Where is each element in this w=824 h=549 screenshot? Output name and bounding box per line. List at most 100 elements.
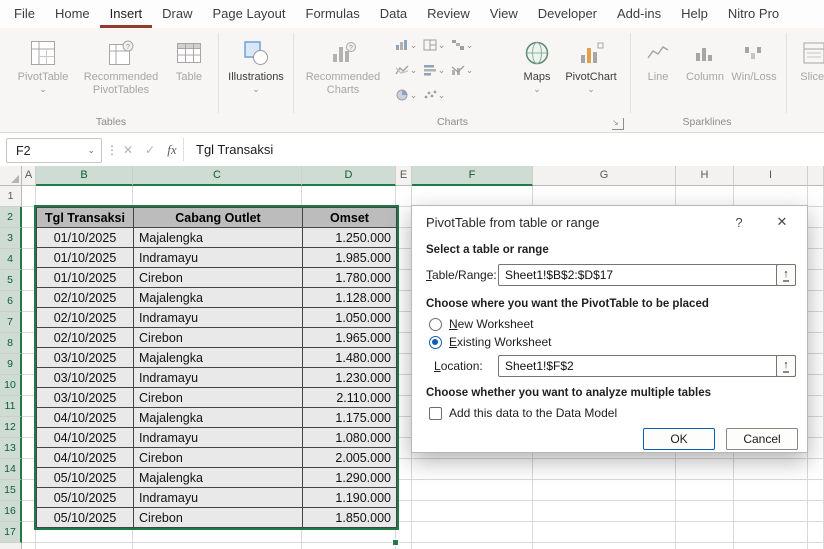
table-column-header[interactable]: Tgl Transaksi: [36, 207, 134, 228]
cell-omset[interactable]: 2.110.000: [302, 387, 397, 408]
new-worksheet-radio[interactable]: [429, 318, 442, 331]
cell-omset[interactable]: 1.128.000: [302, 287, 397, 308]
row-header-7[interactable]: 7: [0, 312, 22, 333]
tab-insert[interactable]: Insert: [100, 0, 153, 28]
cell-outlet[interactable]: Indramayu: [133, 247, 303, 268]
row-header-17[interactable]: 17: [0, 522, 22, 543]
location-input[interactable]: [498, 355, 796, 377]
tab-file[interactable]: File: [4, 0, 45, 28]
cell-omset[interactable]: 1.190.000: [302, 487, 397, 508]
cell-date[interactable]: 04/10/2025: [36, 407, 134, 428]
column-header-extra[interactable]: [808, 166, 824, 186]
cell-omset[interactable]: 1.965.000: [302, 327, 397, 348]
tab-formulas[interactable]: Formulas: [296, 0, 370, 28]
column-header-G[interactable]: G: [533, 166, 676, 186]
cell-date[interactable]: 05/10/2025: [36, 467, 134, 488]
column-header-H[interactable]: H: [676, 166, 734, 186]
row-header-16[interactable]: 16: [0, 501, 22, 522]
tab-nitro-pro[interactable]: Nitro Pro: [718, 0, 789, 28]
recommended-charts-button[interactable]: ? Recommended Charts: [300, 32, 386, 114]
tab-draw[interactable]: Draw: [152, 0, 202, 28]
cell-omset[interactable]: 1.250.000: [302, 227, 397, 248]
cancel-entry-icon[interactable]: ✕: [118, 138, 138, 161]
cell-outlet[interactable]: Majalengka: [133, 407, 303, 428]
row-header-12[interactable]: 12: [0, 417, 22, 438]
insert-function-icon[interactable]: fx: [162, 138, 182, 161]
cancel-button[interactable]: Cancel: [726, 428, 798, 450]
tab-review[interactable]: Review: [417, 0, 480, 28]
cell-date[interactable]: 04/10/2025: [36, 427, 134, 448]
row-header-13[interactable]: 13: [0, 438, 22, 459]
cell-date[interactable]: 01/10/2025: [36, 247, 134, 268]
tab-home[interactable]: Home: [45, 0, 100, 28]
row-header-4[interactable]: 4: [0, 249, 22, 270]
table-column-header[interactable]: Omset: [302, 207, 397, 228]
illustrations-button[interactable]: Illustrations ⌄: [224, 32, 288, 114]
tab-add-ins[interactable]: Add-ins: [607, 0, 671, 28]
cell-omset[interactable]: 1.850.000: [302, 507, 397, 528]
enter-entry-icon[interactable]: ✓: [140, 138, 160, 161]
column-header-C[interactable]: C: [133, 166, 302, 186]
sparkline-winloss-button[interactable]: Win/Loss: [730, 32, 778, 114]
row-header-11[interactable]: 11: [0, 396, 22, 417]
maps-button[interactable]: Maps ⌄: [515, 32, 559, 114]
cell-outlet[interactable]: Cirebon: [133, 387, 303, 408]
cell-omset[interactable]: 1.080.000: [302, 427, 397, 448]
cell-outlet[interactable]: Majalengka: [133, 347, 303, 368]
cell-outlet[interactable]: Cirebon: [133, 507, 303, 528]
help-icon[interactable]: ?: [730, 214, 748, 232]
tab-page-layout[interactable]: Page Layout: [203, 0, 296, 28]
column-header-F[interactable]: F: [412, 166, 533, 186]
table-range-input[interactable]: [498, 264, 796, 286]
data-model-checkbox[interactable]: [429, 407, 442, 420]
existing-worksheet-radio[interactable]: [429, 336, 442, 349]
table-column-header[interactable]: Cabang Outlet: [133, 207, 303, 228]
cell-date[interactable]: 01/10/2025: [36, 267, 134, 288]
cell-date[interactable]: 05/10/2025: [36, 487, 134, 508]
close-icon[interactable]: ✕: [770, 212, 794, 232]
hierarchy-chart-button[interactable]: ⌄: [421, 34, 447, 56]
recommended-pivottables-button[interactable]: ? Recommended PivotTables: [80, 32, 162, 114]
cell-date[interactable]: 05/10/2025: [36, 507, 134, 528]
row-header-14[interactable]: 14: [0, 459, 22, 480]
cell-outlet[interactable]: Indramayu: [133, 487, 303, 508]
cell-omset[interactable]: 2.005.000: [302, 447, 397, 468]
cell-omset[interactable]: 1.780.000: [302, 267, 397, 288]
selection-fill-handle[interactable]: [392, 539, 399, 546]
range-selector-button[interactable]: ↑: [776, 264, 796, 286]
cell-outlet[interactable]: Cirebon: [133, 327, 303, 348]
cell-outlet[interactable]: Majalengka: [133, 227, 303, 248]
select-all-corner[interactable]: [0, 166, 22, 186]
cell-date[interactable]: 02/10/2025: [36, 307, 134, 328]
cell-date[interactable]: 02/10/2025: [36, 287, 134, 308]
cell-date[interactable]: 03/10/2025: [36, 387, 134, 408]
line-chart-button[interactable]: ⌄: [393, 59, 419, 81]
column-header-B[interactable]: B: [36, 166, 133, 186]
column-header-D[interactable]: D: [302, 166, 396, 186]
row-header-2[interactable]: 2: [0, 207, 22, 228]
cell-omset[interactable]: 1.985.000: [302, 247, 397, 268]
cell-outlet[interactable]: Indramayu: [133, 427, 303, 448]
pivottable-button[interactable]: PivotTable ⌄: [10, 32, 76, 114]
cell-outlet[interactable]: Indramayu: [133, 307, 303, 328]
cell-date[interactable]: 02/10/2025: [36, 327, 134, 348]
cell-date[interactable]: 04/10/2025: [36, 447, 134, 468]
bar-chart-button[interactable]: ⌄: [421, 59, 447, 81]
row-header-5[interactable]: 5: [0, 270, 22, 291]
formula-input[interactable]: Tgl Transaksi: [196, 138, 273, 161]
sparkline-column-button[interactable]: Column: [682, 32, 728, 114]
cell-date[interactable]: 03/10/2025: [36, 367, 134, 388]
cell-date[interactable]: 01/10/2025: [36, 227, 134, 248]
scatter-chart-button[interactable]: ⌄: [421, 84, 447, 106]
row-header-15[interactable]: 15: [0, 480, 22, 501]
row-header-10[interactable]: 10: [0, 375, 22, 396]
slicer-button[interactable]: Slicer: [792, 32, 824, 114]
combo-chart-button[interactable]: ⌄: [449, 59, 475, 81]
cell-outlet[interactable]: Cirebon: [133, 267, 303, 288]
row-header-18[interactable]: 18: [0, 543, 22, 549]
cell-outlet[interactable]: Indramayu: [133, 367, 303, 388]
table-button[interactable]: Table: [166, 32, 212, 114]
pie-chart-button[interactable]: ⌄: [393, 84, 419, 106]
cell-outlet[interactable]: Cirebon: [133, 447, 303, 468]
charts-dialog-launcher-icon[interactable]: ↘: [612, 118, 624, 130]
